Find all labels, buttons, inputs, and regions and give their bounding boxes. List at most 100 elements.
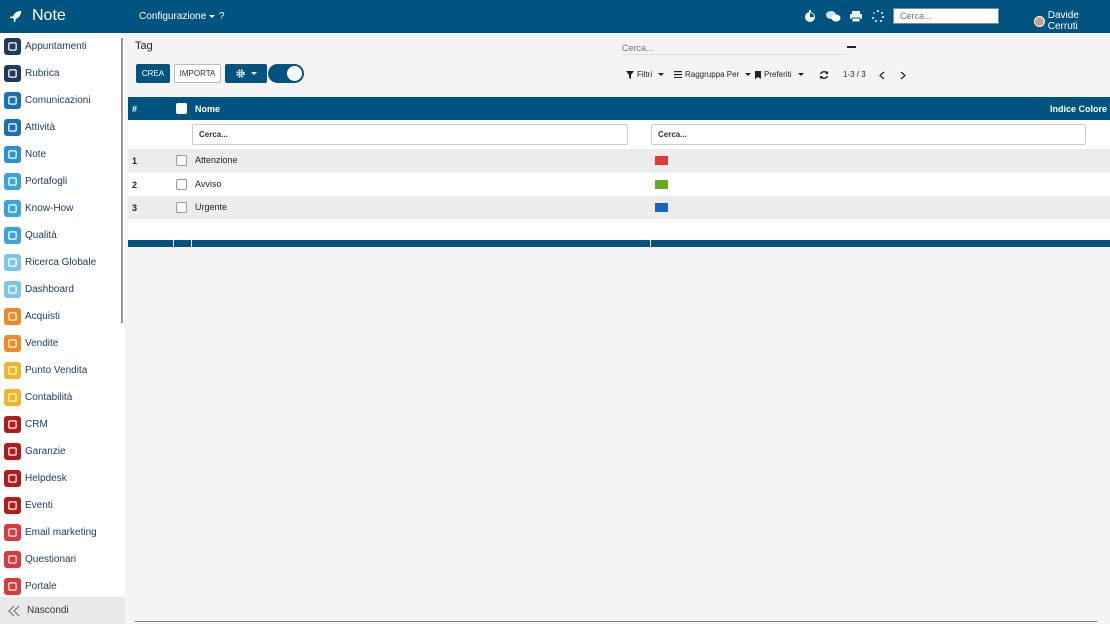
user-menu[interactable]: Davide Cerruti [1034,10,1110,32]
bottom-divider [135,621,1097,622]
clock-icon [4,226,21,244]
table-row[interactable]: 3 Urgente [128,196,1110,219]
column-divider [191,240,192,247]
color-swatch [655,179,668,189]
caret-down-icon [209,14,216,18]
column-color-header[interactable]: Indice Colore [1050,104,1107,114]
avatar [1034,15,1045,27]
color-filter-input[interactable]: Cerca... [651,124,1086,145]
timer-icon[interactable] [803,9,817,23]
bookmark-icon [755,70,761,79]
sidebar-item-dashboard[interactable]: Dashboard [4,279,74,299]
filter-icon [626,70,634,79]
sidebar-item-garanzie[interactable]: Garanzie [4,441,66,461]
table-row[interactable]: 2 Avviso [128,172,1110,196]
table-row[interactable]: 1 Attenzione [128,149,1110,172]
column-divider [173,240,174,247]
row-checkbox[interactable] [176,202,187,213]
lock-icon [4,172,21,190]
sidebar-item-rubrica[interactable]: Rubrica [4,63,59,83]
sidebar-item-label: Appuntamenti [25,40,87,52]
group-by-dropdown[interactable]: Raggruppa Per [674,70,752,79]
row-name[interactable]: Urgente [195,202,227,212]
caret-down-icon [251,72,257,75]
sidebar-item-comunicazioni[interactable]: Comunicazioni [4,90,91,110]
sidebar-item-vendite[interactable]: Vendite [4,333,58,353]
name-filter-input[interactable]: Cerca... [192,124,628,145]
settings-dropdown-button[interactable] [225,64,267,83]
sidebar-item-ricerca-globale[interactable]: Ricerca Globale [4,252,96,272]
row-checkbox[interactable] [176,155,187,166]
double-chevron-left-icon [8,605,20,616]
configuration-menu-label: Configurazione [139,11,207,22]
collapse-search-icon[interactable] [847,46,856,48]
app-brand[interactable]: Note [9,7,66,25]
sidebar-item-crm[interactable]: CRM [4,414,48,434]
color-swatch [655,156,668,165]
refresh-icon[interactable] [819,70,829,80]
sidebar-item-attivit-[interactable]: Attività [4,117,55,137]
filters-dropdown[interactable]: Filtri [626,70,665,79]
sidebar-item-contabilit-[interactable]: Contabilità [4,387,72,407]
sidebar-item-questionari[interactable]: Questionari [4,549,76,569]
brain-icon [4,199,21,217]
sidebar-item-portale[interactable]: Portale [4,576,57,596]
group-by-label: Raggruppa Per [685,70,740,79]
create-button[interactable]: CREA [136,64,170,83]
configuration-menu[interactable]: Configurazione [139,11,216,22]
sidebar: Appuntamenti Rubrica Comunicazioni Attività… [0,33,125,624]
dashboard-icon [4,280,21,298]
filters-label: Filtri [637,70,653,79]
sidebar-item-note[interactable]: Note [4,144,46,164]
calendar-icon [4,37,21,55]
global-search-input[interactable] [893,8,999,24]
sidebar-item-portafogli[interactable]: Portafogli [4,171,67,191]
globe-icon [4,253,21,271]
row-name[interactable]: Avviso [195,179,221,189]
sidebar-item-label: Contabilità [25,391,73,403]
checkmark-icon [4,118,21,136]
sidebar-item-eventi[interactable]: Eventi [4,495,53,515]
sidebar-item-helpdesk[interactable]: Helpdesk [4,468,67,488]
pager-value[interactable]: 1-3 / 3 [843,70,866,79]
sidebar-item-know-how[interactable]: Know-How [4,198,73,218]
list-search-input[interactable] [622,41,847,55]
sidebar-item-label: Know-How [25,202,74,214]
row-number: 3 [132,203,138,213]
sidebar-item-punto-vendita[interactable]: Punto Vendita [4,360,87,380]
favorites-dropdown[interactable]: Preferiti [755,70,804,79]
headset-icon [4,469,21,487]
help-menu[interactable]: ? [219,11,225,22]
row-name[interactable]: Attenzione [195,155,238,165]
column-number-header: # [132,104,138,114]
table-footer-bar [128,240,1110,247]
caret-down-icon [797,73,804,76]
loading-spinner-icon [872,10,884,22]
page-title: Tag [135,40,153,52]
select-all-checkbox[interactable] [176,103,187,114]
sidebar-item-email-marketing[interactable]: Email marketing [4,522,97,542]
chevron-right-icon[interactable] [899,71,907,80]
row-checkbox[interactable] [176,178,187,190]
printer-icon[interactable] [849,9,863,23]
sidebar-item-label: Email marketing [25,526,97,538]
sidebar-item-label: Dashboard [25,283,74,295]
column-name-header[interactable]: Nome [195,104,220,114]
sidebar-item-acquisti[interactable]: Acquisti [4,306,60,326]
gear-icon [236,69,245,78]
chart-line-icon [4,334,21,352]
sidebar-item-label: Portafogli [25,175,68,187]
sidebar-item-appuntamenti[interactable]: Appuntamenti [4,36,87,56]
view-toggle[interactable] [268,64,304,83]
chat-bubbles-icon[interactable] [825,9,841,23]
filter-row: Cerca... Cerca... [128,120,1110,149]
sidebar-item-qualit-[interactable]: Qualità [4,225,57,245]
sidebar-item-label: CRM [25,418,48,430]
import-button[interactable]: IMPORTA [174,64,221,83]
cart-icon [4,307,21,325]
table-header: # Nome Indice Colore [128,97,1110,120]
paper-plane-icon [4,523,21,541]
sidebar-scrollbar[interactable] [121,38,123,323]
hide-sidebar-button[interactable]: Nascondi [0,597,125,624]
chevron-left-icon[interactable] [878,71,886,80]
